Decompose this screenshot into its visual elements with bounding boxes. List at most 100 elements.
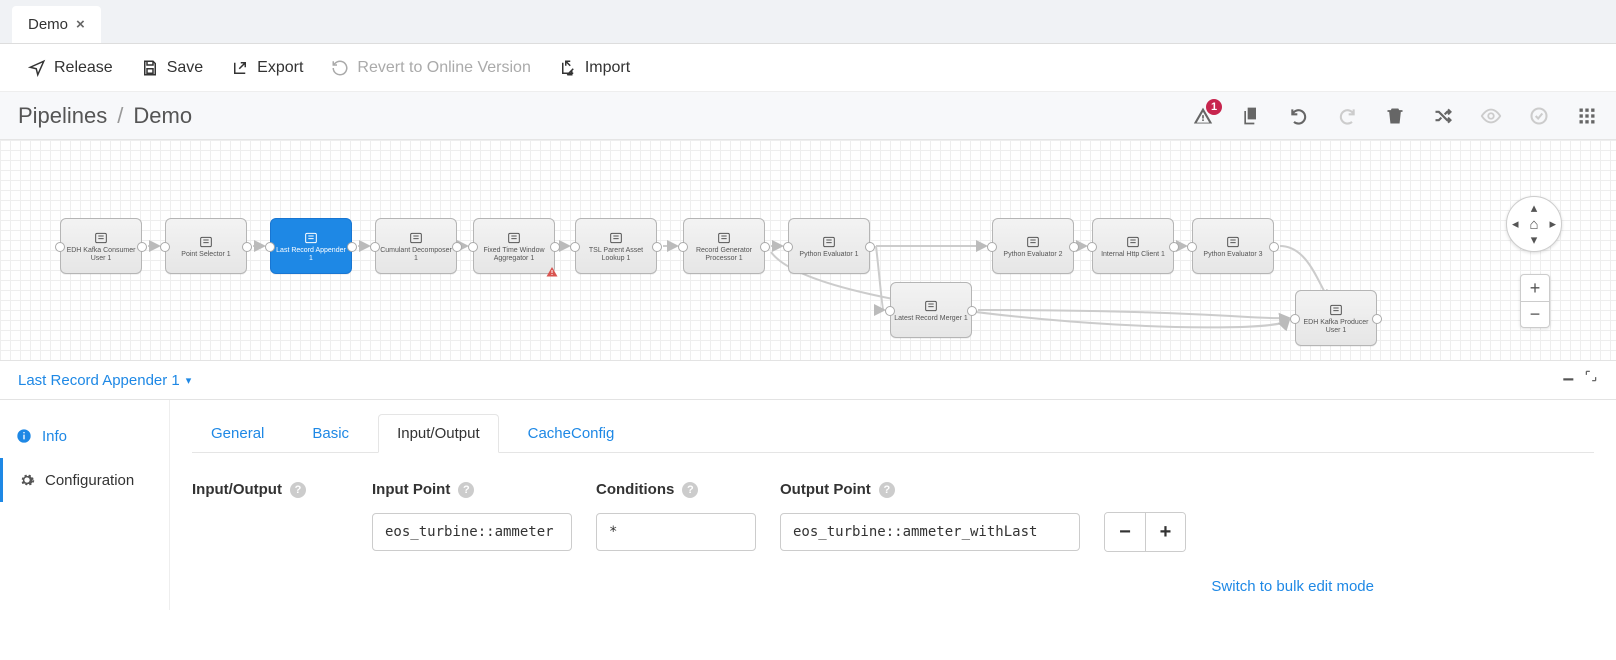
trash-icon[interactable] <box>1384 105 1406 127</box>
pan-left-icon[interactable]: ◂ <box>1512 216 1519 232</box>
side-tab-configuration[interactable]: Configuration <box>0 458 169 502</box>
help-icon[interactable]: ? <box>458 482 474 498</box>
close-icon[interactable]: × <box>76 16 85 33</box>
node-type-icon <box>91 230 111 246</box>
export-button[interactable]: Export <box>231 59 303 77</box>
pipeline-node[interactable]: Python Evaluator 3 <box>1192 218 1274 274</box>
input-port[interactable] <box>1290 314 1300 324</box>
redo-icon[interactable] <box>1336 105 1358 127</box>
output-port[interactable] <box>967 306 977 316</box>
undo-icon[interactable] <box>1288 105 1310 127</box>
output-port[interactable] <box>1372 314 1382 324</box>
node-label: Cumulant Decomposer 1 <box>379 247 453 262</box>
input-port[interactable] <box>1087 242 1097 252</box>
remove-row-button[interactable]: − <box>1105 513 1145 551</box>
pipeline-node[interactable]: TSL Parent Asset Lookup 1 <box>575 218 657 274</box>
help-icon[interactable]: ? <box>290 482 306 498</box>
output-port[interactable] <box>550 242 560 252</box>
zoom-out-button[interactable]: − <box>1521 301 1549 327</box>
pipeline-node[interactable]: EDH Kafka Consumer User 1 <box>60 218 142 274</box>
caret-down-icon: ▾ <box>186 374 192 387</box>
shuffle-icon[interactable] <box>1432 105 1454 127</box>
check-circle-icon[interactable] <box>1528 105 1550 127</box>
minimize-icon[interactable]: − <box>1562 369 1574 392</box>
io-row: − + <box>372 512 1594 552</box>
pipeline-canvas[interactable]: EDH Kafka Consumer User 1 Point Selector … <box>0 140 1616 360</box>
pan-up-icon[interactable]: ▴ <box>1531 200 1538 216</box>
breadcrumb-root[interactable]: Pipelines <box>18 103 107 129</box>
pan-down-icon[interactable]: ▾ <box>1531 232 1538 248</box>
node-type-icon <box>1326 302 1346 318</box>
col-header-input: Input Point ? <box>372 481 572 498</box>
input-port[interactable] <box>55 242 65 252</box>
home-icon[interactable]: ⌂ <box>1529 216 1538 233</box>
tab-general[interactable]: General <box>192 414 283 453</box>
side-tab-info[interactable]: Info <box>0 414 169 458</box>
output-port[interactable] <box>347 242 357 252</box>
input-port[interactable] <box>678 242 688 252</box>
copy-icon[interactable] <box>1240 105 1262 127</box>
input-port[interactable] <box>370 242 380 252</box>
input-point-field[interactable] <box>372 513 572 551</box>
input-port[interactable] <box>570 242 580 252</box>
revert-button[interactable]: Revert to Online Version <box>331 59 530 77</box>
add-row-button[interactable]: + <box>1145 513 1185 551</box>
output-point-field[interactable] <box>780 513 1080 551</box>
import-button[interactable]: Import <box>559 59 630 77</box>
input-port[interactable] <box>160 242 170 252</box>
pipeline-node[interactable]: Python Evaluator 1 <box>788 218 870 274</box>
pipeline-node[interactable]: Fixed Time Window Aggregator 1 <box>473 218 555 274</box>
input-port[interactable] <box>265 242 275 252</box>
save-button[interactable]: Save <box>141 59 203 77</box>
output-port[interactable] <box>1069 242 1079 252</box>
output-port[interactable] <box>652 242 662 252</box>
node-label: Python Evaluator 3 <box>1203 251 1262 258</box>
input-port[interactable] <box>1187 242 1197 252</box>
tab-cacheconfig[interactable]: CacheConfig <box>509 414 634 453</box>
tab-label: Demo <box>28 16 68 33</box>
output-port[interactable] <box>865 242 875 252</box>
pipeline-node[interactable]: Cumulant Decomposer 1 <box>375 218 457 274</box>
pipeline-node[interactable]: Latest Record Merger 1 <box>890 282 972 338</box>
tab-demo[interactable]: Demo × <box>12 6 101 43</box>
conditions-field[interactable] <box>596 513 756 551</box>
pipeline-node[interactable]: Point Selector 1 <box>165 218 247 274</box>
output-port[interactable] <box>1169 242 1179 252</box>
input-port[interactable] <box>468 242 478 252</box>
grid-icon[interactable] <box>1576 105 1598 127</box>
pipeline-node[interactable]: Last Record Appender 1 <box>270 218 352 274</box>
pipeline-node[interactable]: Record Generator Processor 1 <box>683 218 765 274</box>
alerts-icon[interactable]: 1 <box>1192 105 1214 127</box>
io-form: Input/Output ? Input Point ? Conditions … <box>192 453 1594 595</box>
help-icon[interactable]: ? <box>682 482 698 498</box>
pipeline-node[interactable]: Python Evaluator 2 <box>992 218 1074 274</box>
pan-right-icon[interactable]: ▸ <box>1549 216 1556 232</box>
expand-icon[interactable] <box>1584 369 1598 392</box>
release-button[interactable]: Release <box>28 59 113 77</box>
input-port[interactable] <box>987 242 997 252</box>
input-port[interactable] <box>783 242 793 252</box>
panel-title-dropdown[interactable]: Last Record Appender 1 ▾ <box>18 372 191 389</box>
pipeline-node[interactable]: Internal Http Client 1 <box>1092 218 1174 274</box>
output-port[interactable] <box>1269 242 1279 252</box>
node-label: Python Evaluator 1 <box>799 251 858 258</box>
info-icon <box>16 428 32 444</box>
output-port[interactable] <box>452 242 462 252</box>
output-port[interactable] <box>137 242 147 252</box>
output-port[interactable] <box>242 242 252 252</box>
eye-icon[interactable] <box>1480 105 1502 127</box>
tab-input-output[interactable]: Input/Output <box>378 414 499 453</box>
breadcrumb-row: Pipelines / Demo 1 <box>0 92 1616 140</box>
zoom-in-button[interactable]: + <box>1521 275 1549 301</box>
node-label: Internal Http Client 1 <box>1101 251 1165 258</box>
help-icon[interactable]: ? <box>879 482 895 498</box>
tab-basic[interactable]: Basic <box>293 414 368 453</box>
bulk-edit-link[interactable]: Switch to bulk edit mode <box>1211 578 1374 595</box>
pipeline-node[interactable]: EDH Kafka Producer User 1 <box>1295 290 1377 346</box>
col-header-output: Output Point ? <box>780 481 1080 498</box>
output-port[interactable] <box>760 242 770 252</box>
input-port[interactable] <box>885 306 895 316</box>
node-type-icon <box>606 230 626 246</box>
node-type-icon <box>301 230 321 246</box>
revert-icon <box>331 59 349 77</box>
